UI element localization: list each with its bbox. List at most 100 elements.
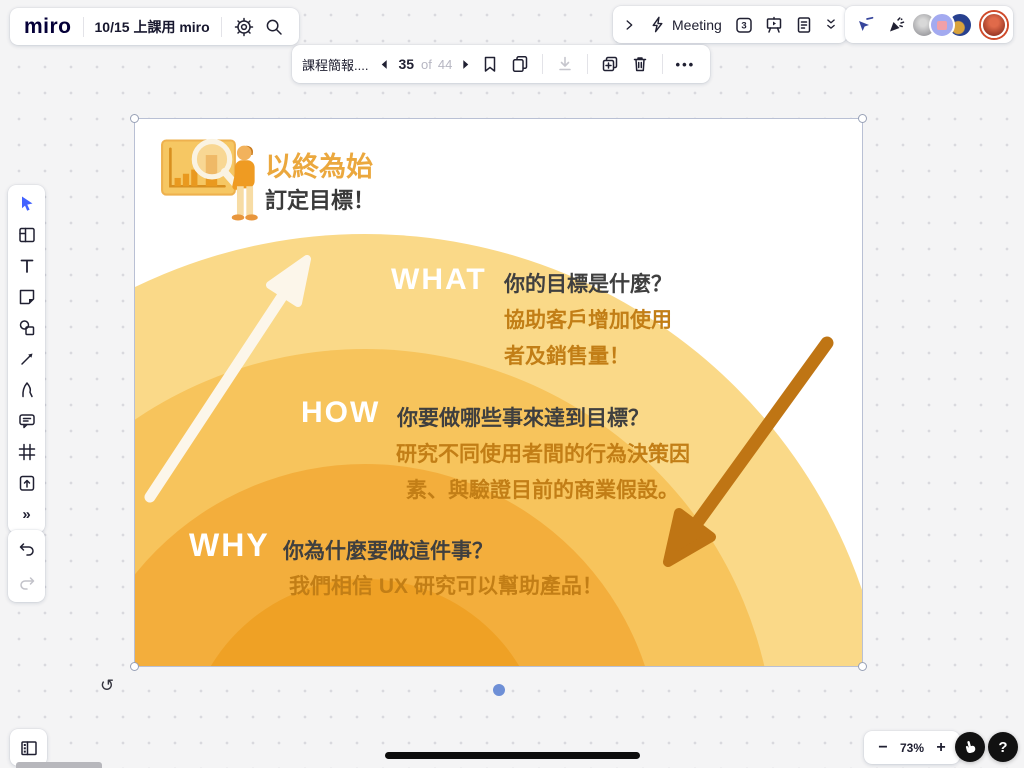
download-button[interactable] — [550, 49, 580, 79]
miro-logo[interactable]: miro — [20, 15, 76, 39]
pages-icon — [510, 54, 530, 74]
slide-subtitle: 訂定目標！ — [265, 183, 375, 215]
present-button[interactable] — [759, 10, 789, 40]
celebrate-button[interactable] — [881, 10, 911, 40]
delete-button[interactable] — [625, 49, 655, 79]
divider — [83, 17, 84, 37]
frames-list-icon — [19, 738, 39, 758]
zoom-controls: − 73% + — [864, 731, 960, 764]
what-answer-line: 者及銷售量！ — [504, 340, 630, 370]
selection-handle[interactable] — [130, 662, 139, 671]
redo-icon — [17, 573, 37, 593]
hide-apps-button[interactable] — [819, 10, 843, 40]
tool-more[interactable]: » — [12, 499, 42, 529]
dock-sliver — [16, 762, 102, 768]
notes-button[interactable] — [789, 10, 819, 40]
tool-select[interactable] — [12, 189, 42, 219]
what-question: 你的目標是什麼？ — [504, 268, 672, 298]
more-options-button[interactable]: ••• — [670, 49, 700, 79]
meeting-label: Meeting — [672, 17, 722, 33]
pen-icon — [17, 380, 37, 400]
prev-page-button[interactable] — [374, 49, 394, 79]
zoom-in-button[interactable]: + — [928, 735, 954, 761]
how-keyword: HOW — [301, 396, 380, 430]
board-title[interactable]: 10/15 上課用 miro — [91, 17, 214, 37]
tool-shapes[interactable] — [12, 313, 42, 343]
bookmark-icon — [480, 54, 500, 74]
ellipsis-icon: ••• — [676, 57, 696, 72]
tool-templates[interactable] — [12, 220, 42, 250]
sticky-note-icon — [17, 287, 37, 307]
undo-icon — [17, 539, 37, 559]
tool-sticky-note[interactable] — [12, 282, 42, 312]
tools-sidebar: » — [8, 185, 45, 533]
download-icon — [555, 54, 575, 74]
selection-handle[interactable] — [130, 114, 139, 123]
tool-comment[interactable] — [12, 406, 42, 436]
divider — [587, 54, 588, 74]
document-title[interactable]: 課程簡報.... — [302, 55, 374, 74]
total-pages: 44 — [435, 57, 455, 72]
meeting-toolbar: Meeting 3 — [613, 6, 847, 43]
undo-redo-panel — [8, 530, 45, 602]
trash-icon — [630, 54, 650, 74]
collapse-toolbar-button[interactable] — [617, 10, 641, 40]
meeting-button[interactable]: Meeting — [641, 10, 729, 40]
zoom-out-button[interactable]: − — [870, 735, 896, 761]
slide-title: 以終為始 — [265, 145, 373, 184]
frames-panel-toggle[interactable] — [10, 729, 47, 766]
drill-down-arrow-brown — [668, 343, 827, 562]
prev-icon — [379, 59, 390, 70]
selection-handle[interactable] — [858, 662, 867, 671]
search-button[interactable] — [259, 12, 289, 42]
undo-button[interactable] — [12, 534, 42, 564]
bookmark-button[interactable] — [475, 49, 505, 79]
hand-pointer-icon — [960, 737, 980, 757]
arrow-icon — [17, 349, 37, 369]
selected-slide-frame[interactable]: 以終為始 訂定目標！ WHAT 你的目標是什麼？ 協助客戶增加使用 者及銷售量！… — [135, 119, 862, 666]
avatar-current-user[interactable] — [981, 12, 1007, 38]
gear-icon — [234, 17, 254, 37]
chevrons-right-icon: » — [22, 507, 30, 522]
cursor-icon — [17, 194, 37, 214]
help-button[interactable]: ? — [988, 732, 1018, 762]
tool-frame[interactable] — [12, 437, 42, 467]
frame-icon — [17, 442, 37, 462]
what-answer-line: 協助客戶增加使用 — [504, 304, 672, 334]
redo-button[interactable] — [12, 568, 42, 598]
collaborator-dot — [493, 684, 505, 696]
pages-button[interactable] — [505, 49, 535, 79]
settings-button[interactable] — [229, 12, 259, 42]
double-chevron-down-icon — [822, 16, 840, 34]
growth-arrow-white — [150, 259, 307, 497]
slide-canvas[interactable]: 以終為始 訂定目標！ WHAT 你的目標是什麼？ 協助客戶增加使用 者及銷售量！… — [135, 119, 862, 666]
svg-text:3: 3 — [741, 20, 746, 31]
follow-cursor-button[interactable] — [851, 10, 881, 40]
timer-button[interactable]: 3 — [729, 10, 759, 40]
why-answer-line: 我們相信 UX 研究可以幫助產品！ — [289, 570, 603, 600]
follow-cursor-icon — [856, 15, 876, 35]
next-page-button[interactable] — [455, 49, 475, 79]
duplicate-button[interactable] — [595, 49, 625, 79]
avatar[interactable] — [929, 12, 955, 38]
zoom-level[interactable]: 73% — [896, 741, 928, 755]
how-answer-line: 研究不同使用者間的行為決策因 — [396, 438, 690, 468]
notes-icon — [794, 15, 814, 35]
chart-analysis-illustration — [160, 128, 264, 232]
lightning-icon — [648, 15, 667, 34]
rotate-handle-icon[interactable]: ↺ — [100, 676, 114, 696]
divider — [221, 17, 222, 37]
current-page: 35 — [394, 56, 418, 72]
tool-upload[interactable] — [12, 468, 42, 498]
tool-text[interactable] — [12, 251, 42, 281]
tool-pen[interactable] — [12, 375, 42, 405]
page-nav-toolbar: 課程簡報.... 35 of 44 ••• — [292, 45, 710, 83]
tool-arrow[interactable] — [12, 344, 42, 374]
what-keyword: WHAT — [391, 263, 487, 297]
reactions-button[interactable] — [955, 732, 985, 762]
celebrate-icon — [886, 15, 906, 35]
comment-icon — [17, 411, 37, 431]
divider — [662, 54, 663, 74]
selection-handle[interactable] — [858, 114, 867, 123]
header-left-panel: miro 10/15 上課用 miro — [10, 8, 299, 45]
